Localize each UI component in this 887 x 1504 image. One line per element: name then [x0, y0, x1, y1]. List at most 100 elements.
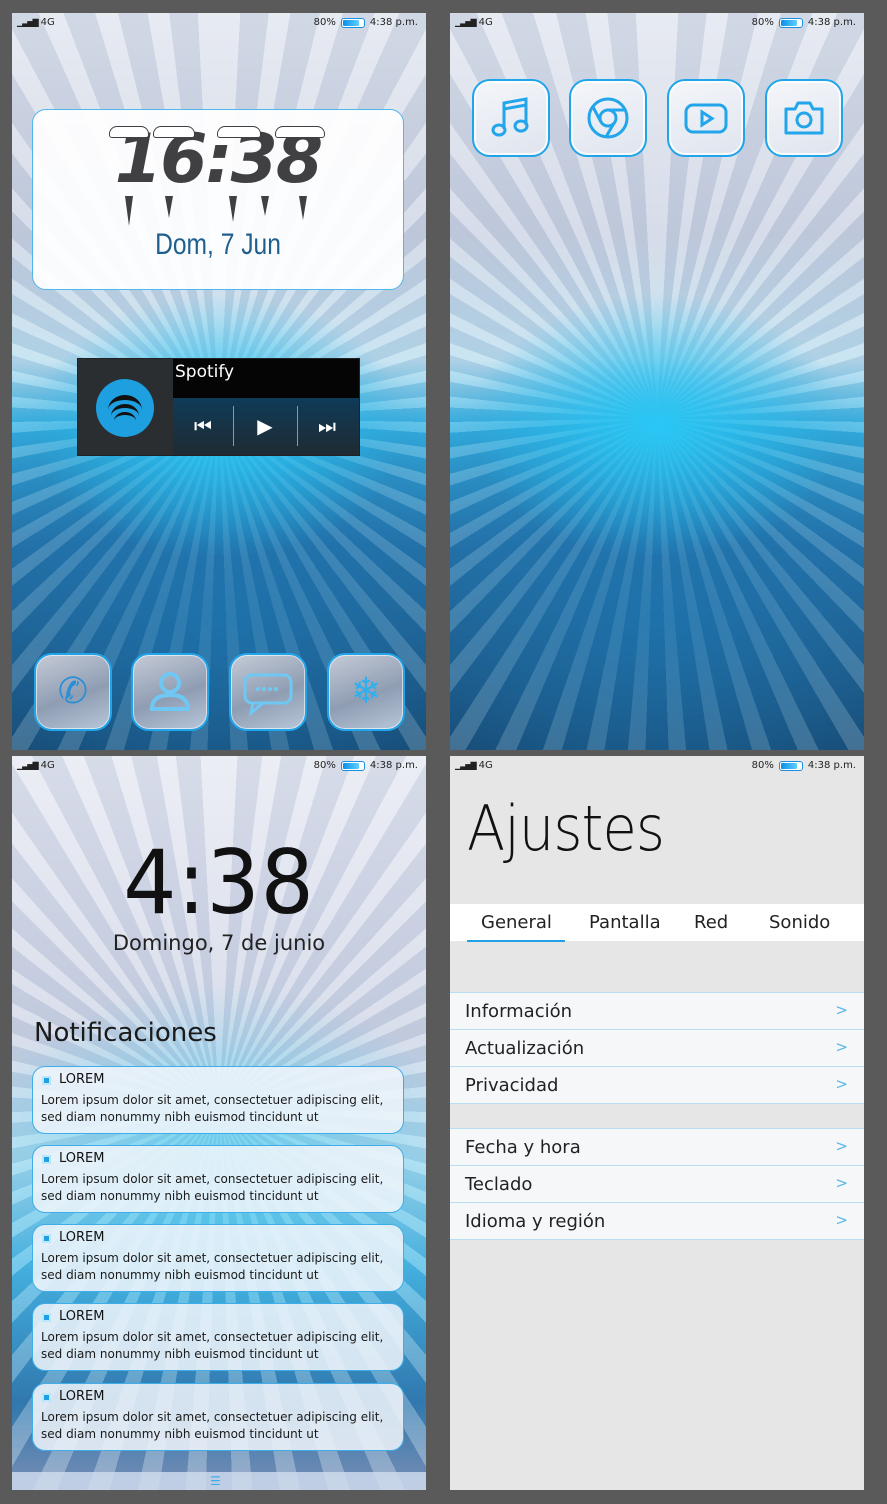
status-bar: ▁▃▅▇ 4G 80% 4:38 p.m.: [450, 13, 864, 33]
status-time: 4:38 p.m.: [807, 760, 856, 771]
messages-app-icon[interactable]: [229, 653, 307, 731]
phone-app-icon[interactable]: ✆: [34, 653, 112, 731]
notification-text: Lorem ipsum dolor sit amet, consectetuer…: [41, 1093, 384, 1124]
signal-icon: ▁▃▅▇: [455, 18, 477, 27]
skip-next-icon[interactable]: ⏭: [307, 410, 347, 442]
snowflake-icon: ❄: [350, 671, 382, 712]
battery-icon: [340, 760, 365, 771]
network-label: 4G: [478, 760, 493, 771]
play-icon[interactable]: ▶: [245, 410, 285, 442]
status-time: 4:38 p.m.: [369, 17, 418, 28]
network-label: 4G: [40, 17, 55, 28]
settings-row-teclado[interactable]: Teclado >: [450, 1165, 864, 1203]
signal-icon: ▁▃▅▇: [455, 761, 477, 770]
lock-date: Domingo, 7 de junio: [112, 931, 326, 955]
settings-tabs: General Pantalla Red Sonido: [450, 904, 864, 941]
chevron-right-icon: >: [835, 1137, 848, 1155]
settings-group: Información > Actualización > Privacidad…: [450, 992, 864, 1104]
battery-icon: [778, 17, 803, 28]
spotify-icon[interactable]: [96, 379, 154, 437]
battery-percent: 80%: [313, 760, 336, 771]
notification-text: Lorem ipsum dolor sit amet, consectetuer…: [41, 1251, 384, 1282]
icicle-decoration: [261, 196, 269, 216]
chevron-right-icon: >: [835, 1174, 848, 1192]
chevron-right-icon: >: [835, 1001, 848, 1019]
app-icon: [42, 1076, 51, 1085]
notification-title: LOREM: [59, 1309, 105, 1324]
settings-row-idioma-region[interactable]: Idioma y región >: [450, 1202, 864, 1240]
battery-percent: 80%: [751, 17, 774, 28]
status-bar: ▁▃▅▇ 4G 80% 4:38 p.m.: [450, 756, 864, 776]
status-time: 4:38 p.m.: [807, 17, 856, 28]
notification-title: LOREM: [59, 1230, 105, 1245]
notification-text: Lorem ipsum dolor sit amet, consectetuer…: [41, 1330, 384, 1361]
notification-title: LOREM: [59, 1151, 105, 1166]
chevron-right-icon: >: [835, 1038, 848, 1056]
tab-general[interactable]: General: [481, 912, 552, 933]
row-label: Idioma y región: [465, 1211, 606, 1232]
battery-percent: 80%: [313, 17, 336, 28]
settings-group: Fecha y hora > Teclado > Idioma y región…: [450, 1128, 864, 1240]
network-label: 4G: [40, 760, 55, 771]
settings-row-privacidad[interactable]: Privacidad >: [450, 1066, 864, 1104]
snowflake-app-icon[interactable]: ❄: [327, 653, 405, 731]
status-bar: ▁▃▅▇ 4G 80% 4:38 p.m.: [12, 13, 426, 33]
notification-card[interactable]: LOREM Lorem ipsum dolor sit amet, consec…: [32, 1066, 404, 1134]
notification-title: LOREM: [59, 1072, 105, 1087]
network-label: 4G: [478, 17, 493, 28]
app-icon: [42, 1393, 51, 1402]
settings-row-informacion[interactable]: Información >: [450, 992, 864, 1030]
row-label: Información: [465, 1001, 573, 1022]
music-app-name: Spotify: [175, 362, 235, 382]
youtube-icon: [684, 103, 728, 134]
home-screen: ▁▃▅▇ 4G 80% 4:38 p.m. 16:38 Dom, 7 Jun S…: [12, 13, 426, 750]
notification-text: Lorem ipsum dolor sit amet, consectetuer…: [41, 1172, 384, 1203]
row-label: Teclado: [465, 1174, 533, 1195]
messages-icon: [243, 673, 293, 717]
tab-red[interactable]: Red: [694, 912, 728, 933]
signal-icon: ▁▃▅▇: [17, 18, 39, 27]
youtube-app-icon[interactable]: [667, 79, 745, 157]
camera-app-icon[interactable]: [765, 79, 843, 157]
row-label: Actualización: [465, 1038, 585, 1059]
menu-icon[interactable]: ☰: [210, 1474, 221, 1488]
music-app-icon[interactable]: [472, 79, 550, 157]
music-widget[interactable]: Spotify ⏮ ▶ ⏭: [78, 359, 359, 455]
battery-icon: [778, 760, 803, 771]
divider: [233, 406, 234, 446]
settings-row-fecha-hora[interactable]: Fecha y hora >: [450, 1128, 864, 1166]
chrome-app-icon[interactable]: [569, 79, 647, 157]
app-icon: [42, 1313, 51, 1322]
tab-sonido[interactable]: Sonido: [769, 912, 830, 933]
battery-percent: 80%: [751, 760, 774, 771]
app-icon: [42, 1155, 51, 1164]
settings-row-actualizacion[interactable]: Actualización >: [450, 1029, 864, 1067]
notification-card[interactable]: LOREM Lorem ipsum dolor sit amet, consec…: [32, 1145, 404, 1213]
app-icon: [42, 1234, 51, 1243]
icicle-decoration: [229, 196, 237, 222]
chrome-icon: [587, 97, 629, 139]
battery-icon: [340, 17, 365, 28]
icicle-decoration: [125, 196, 133, 226]
notification-title: LOREM: [59, 1389, 105, 1404]
notification-card[interactable]: LOREM Lorem ipsum dolor sit amet, consec…: [32, 1224, 404, 1292]
chevron-right-icon: >: [835, 1211, 848, 1229]
snow-decoration: [109, 126, 327, 140]
camera-icon: [784, 101, 824, 135]
clock-widget[interactable]: 16:38 Dom, 7 Jun: [32, 109, 404, 290]
page-title: Ajustes: [467, 792, 665, 865]
clock-date: Dom, 7 Jun: [155, 228, 281, 261]
lock-time: 4:38: [123, 831, 315, 934]
tab-pantalla[interactable]: Pantalla: [589, 912, 661, 933]
row-label: Fecha y hora: [465, 1137, 581, 1158]
home-bar[interactable]: ☰: [12, 1472, 426, 1490]
status-bar: ▁▃▅▇ 4G 80% 4:38 p.m.: [12, 756, 426, 776]
notification-text: Lorem ipsum dolor sit amet, consectetuer…: [41, 1410, 384, 1441]
contacts-app-icon[interactable]: [131, 653, 209, 731]
active-tab-indicator: [467, 940, 565, 942]
status-time: 4:38 p.m.: [369, 760, 418, 771]
settings-screen: ▁▃▅▇ 4G 80% 4:38 p.m. Ajustes General Pan…: [450, 756, 864, 1490]
notification-card[interactable]: LOREM Lorem ipsum dolor sit amet, consec…: [32, 1303, 404, 1371]
skip-previous-icon[interactable]: ⏮: [183, 410, 223, 442]
notification-card[interactable]: LOREM Lorem ipsum dolor sit amet, consec…: [32, 1383, 404, 1451]
